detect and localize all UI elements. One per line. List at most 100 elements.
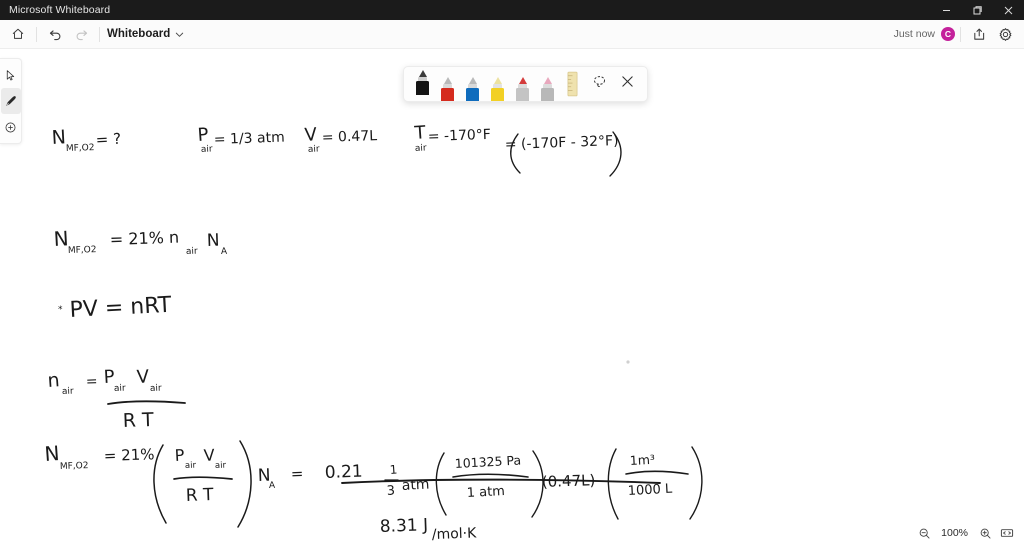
ink-l4-num-p: P [103,366,115,388]
ink-l5-avogadro-sub: A [269,481,276,491]
ink-layer: N MF,O2 = ? P air = 1/3 atm V air = 0.47… [44,122,703,543]
home-icon[interactable] [5,21,31,47]
save-status: Just now [893,28,935,40]
pen-pink[interactable] [535,65,560,101]
sidebar-item-ink[interactable] [0,88,21,114]
ink-l5-paren-open [153,444,167,524]
ink-line-1: N MF,O2 = ? P air = 1/3 atm V air = 0.47… [51,122,622,177]
share-icon[interactable] [966,21,992,47]
close-button[interactable] [993,0,1024,20]
divider [960,26,961,42]
divider [99,26,100,42]
ruler-icon [567,71,578,97]
gear-icon[interactable] [992,21,1018,47]
close-icon [621,75,633,87]
ink-l4-num-p-sub: air [114,384,126,394]
pen-toolbar [403,66,648,102]
ink-pressure-var: P [197,124,209,146]
ink-conv1-paren-open [435,452,447,516]
ink-conv2-paren-close [689,446,703,520]
ink-l4-num-v-sub: air [150,384,162,394]
ink-l5-paren-close [237,440,252,528]
whiteboard-canvas[interactable]: N MF,O2 = ? P air = 1/3 atm V air = 0.47… [0,49,1024,550]
redo-icon[interactable] [68,21,94,47]
ink-conv2-denominator: 1000 L [627,482,673,499]
ink-l5-equals: = 21% [104,445,155,465]
ink-unknown-eq: = ? [95,130,121,149]
command-bar: Whiteboard Just now C [0,20,1024,49]
minimize-button[interactable] [931,0,962,20]
pen-black[interactable] [410,65,435,101]
ink-gas-constant: 8.31 J [379,515,428,537]
restore-button[interactable] [962,0,993,20]
pen-gray[interactable] [510,65,535,101]
ink-volume-term: (0.47L) [542,471,596,491]
fit-to-screen-button[interactable] [996,522,1018,544]
ink-l5-term-den: 3 [386,483,395,499]
tool-rail [0,58,22,144]
zoom-control: 100% [913,522,1018,544]
pen-icon [5,96,16,106]
cursor-icon [6,69,15,80]
lasso-icon [593,75,605,87]
undo-icon[interactable] [42,21,68,47]
ink-gas-constant-unit: /mol·K [432,525,478,543]
ink-unknown-var: N [51,126,66,149]
ink-l5-coefficient: 0.21 [324,462,363,483]
ink-conv2-bar [625,470,689,475]
ink-unknown-sub: MF,O2 [66,143,95,154]
ink-conv1-bar [452,473,529,478]
ink-l5-fraction-bar [173,476,233,480]
ink-temp-var: T [413,122,427,144]
title-bar: Microsoft Whiteboard [0,0,1024,20]
divider [36,26,37,42]
plus-circle-icon [5,122,16,132]
ink-conv2-paren-open [607,448,619,520]
whiteboard-app: Microsoft Whiteboard Whiteboard Just now… [0,0,1024,550]
zoom-in-button[interactable] [974,522,996,544]
ink-l5-num-v: V [203,445,215,465]
ink-l4-equals: = [86,374,98,390]
app-title: Microsoft Whiteboard [9,4,111,16]
ink-l5-num-p: P [174,445,185,464]
pen-blue[interactable] [460,65,485,101]
ink-l5-lhs: N [44,441,61,466]
ink-paren-open [510,133,521,174]
ink-l5-num-p-sub: air [185,461,197,471]
ink-l5-result-equals: = [291,465,304,483]
zoom-in-icon [980,528,990,538]
close-pen-toolbar-button[interactable] [613,63,641,99]
ink-l2-rhs: = 21% n [109,228,179,249]
ink-l4-fraction-bar [107,400,186,405]
board-title[interactable]: Whiteboard [105,28,174,40]
avatar[interactable]: C [941,27,955,41]
ink-conv1-paren-close [531,450,544,518]
ink-line-2: N MF,O2 = 21% n air N A [53,226,228,257]
ink-l4-lhs-sub: air [62,387,74,397]
ruler-tool[interactable] [560,65,585,101]
pen-red[interactable] [435,65,460,101]
ink-temp-sub: air [415,143,428,154]
ink-pressure-value: = 1/3 atm [214,130,285,148]
ink-temp-value: = -170°F [428,127,492,145]
ink-l4-lhs: n [47,369,61,392]
ink-l2-rhs-tail: N [206,231,219,251]
ink-l3-equation: PV = nRT [69,293,173,323]
fit-screen-icon [1000,529,1014,537]
ink-conv1-numerator: 101325 Pa [454,453,521,471]
ink-volume-sub: air [308,144,321,155]
lasso-select-tool[interactable] [585,63,613,99]
zoom-level-label[interactable]: 100% [935,527,974,539]
window-controls [931,0,1024,20]
highlighter-yellow[interactable] [485,65,510,101]
ink-line-4: n air = P air V air R T [47,366,186,432]
ink-l5-denominator: R T [185,485,214,506]
ink-l5-lhs-sub: MF,O2 [60,461,89,472]
ink-l2-rhs-sub1: air [186,247,198,257]
sidebar-item-select[interactable] [1,62,21,88]
sidebar-item-insert[interactable] [1,114,21,140]
ink-l2-rhs-sub2: A [221,247,228,257]
ink-l3-marker: * [58,305,63,315]
chevron-down-icon[interactable] [174,29,185,40]
zoom-out-button[interactable] [913,522,935,544]
